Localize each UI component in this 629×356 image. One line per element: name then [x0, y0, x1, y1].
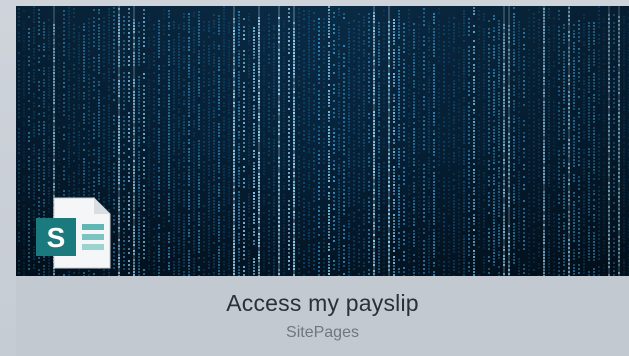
file-icon-letter: S	[47, 222, 66, 253]
sharepoint-page-icon: S	[36, 197, 111, 269]
card-title[interactable]: Access my payslip	[16, 290, 629, 317]
site-page-card[interactable]: S Access my payslip SitePages	[16, 6, 629, 356]
card-subtitle: SitePages	[286, 324, 359, 341]
page: S Access my payslip SitePages	[0, 0, 629, 356]
